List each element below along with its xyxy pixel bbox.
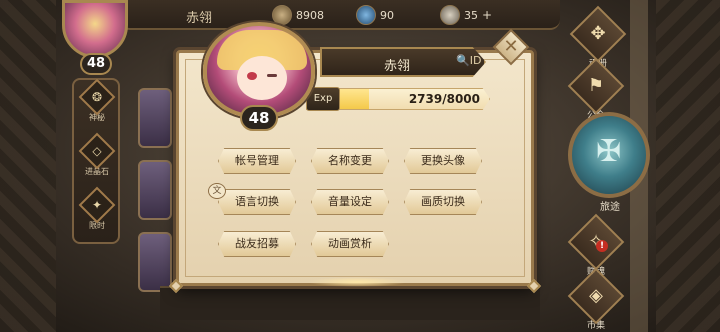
- stamina-icon: [440, 5, 460, 25]
- background-card: [138, 160, 172, 220]
- notification-badge: !: [596, 240, 608, 252]
- player-level-badge: 48: [240, 105, 278, 131]
- player-level-badge-small: 48: [80, 53, 112, 75]
- add-stamina-button[interactable]: +: [482, 8, 492, 22]
- avatar-eye-wink: [267, 74, 277, 77]
- stamina-value: 35: [464, 8, 478, 22]
- graphics-quality-button[interactable]: 画质切换: [404, 189, 482, 215]
- journey-button[interactable]: ✠: [568, 112, 650, 198]
- gem-value: 90: [380, 8, 394, 22]
- avatar-eye: [247, 72, 257, 80]
- gold-value: 8908: [296, 8, 324, 22]
- soulbook-icon: ✥: [569, 5, 627, 63]
- top-player-name: 赤翎: [186, 11, 213, 26]
- mystery-icon: ❂: [78, 78, 116, 116]
- avatar-face: [237, 56, 287, 100]
- close-icon: ✕: [503, 36, 519, 57]
- bottom-glow: [307, 277, 407, 287]
- player-avatar[interactable]: [203, 22, 315, 118]
- language-icon: 文: [208, 183, 226, 199]
- gift-icon: ✦: [78, 186, 116, 224]
- background-card: [138, 88, 172, 148]
- recruit-friends-button[interactable]: 战友招募: [218, 231, 296, 257]
- bottom-bar: [160, 286, 540, 320]
- journey-emblem-icon: ✠: [596, 134, 622, 169]
- side-button-mystery[interactable]: ❂ 神秘: [78, 78, 116, 123]
- volume-settings-button[interactable]: 音量设定: [311, 189, 389, 215]
- left-border-pattern: [0, 0, 56, 332]
- guild-icon: ⚑: [567, 57, 625, 115]
- side-button-limited[interactable]: ✦ 限时: [78, 186, 116, 231]
- right-border-pattern: [656, 0, 720, 332]
- stamina-counter: 35 +: [440, 5, 492, 25]
- gem-counter: 90: [356, 5, 394, 25]
- background-card: [138, 232, 172, 292]
- gold-coin-icon: [272, 5, 292, 25]
- crystal-icon: ◇: [78, 132, 116, 170]
- animation-gallery-button[interactable]: 动画赏析: [311, 231, 389, 257]
- rename-button[interactable]: 名称变更: [311, 148, 389, 174]
- exp-value: 2739/8000: [408, 92, 480, 106]
- player-name: 赤翎: [383, 59, 410, 74]
- gem-icon: [356, 5, 376, 25]
- id-label: ID: [469, 54, 482, 67]
- gold-counter: 8908: [272, 5, 324, 25]
- id-search-icon[interactable]: 🔍ID: [456, 54, 481, 67]
- language-switch-button[interactable]: 语言切换: [218, 189, 296, 215]
- right-button-market[interactable]: ◈ 市集: [566, 267, 626, 331]
- side-button-crystal[interactable]: ◇ 进晶石: [78, 132, 116, 177]
- market-icon: ◈: [567, 267, 625, 325]
- account-management-button[interactable]: 帐号管理: [218, 148, 296, 174]
- change-avatar-button[interactable]: 更换头像: [404, 148, 482, 174]
- journey-label: 旅途: [600, 202, 620, 213]
